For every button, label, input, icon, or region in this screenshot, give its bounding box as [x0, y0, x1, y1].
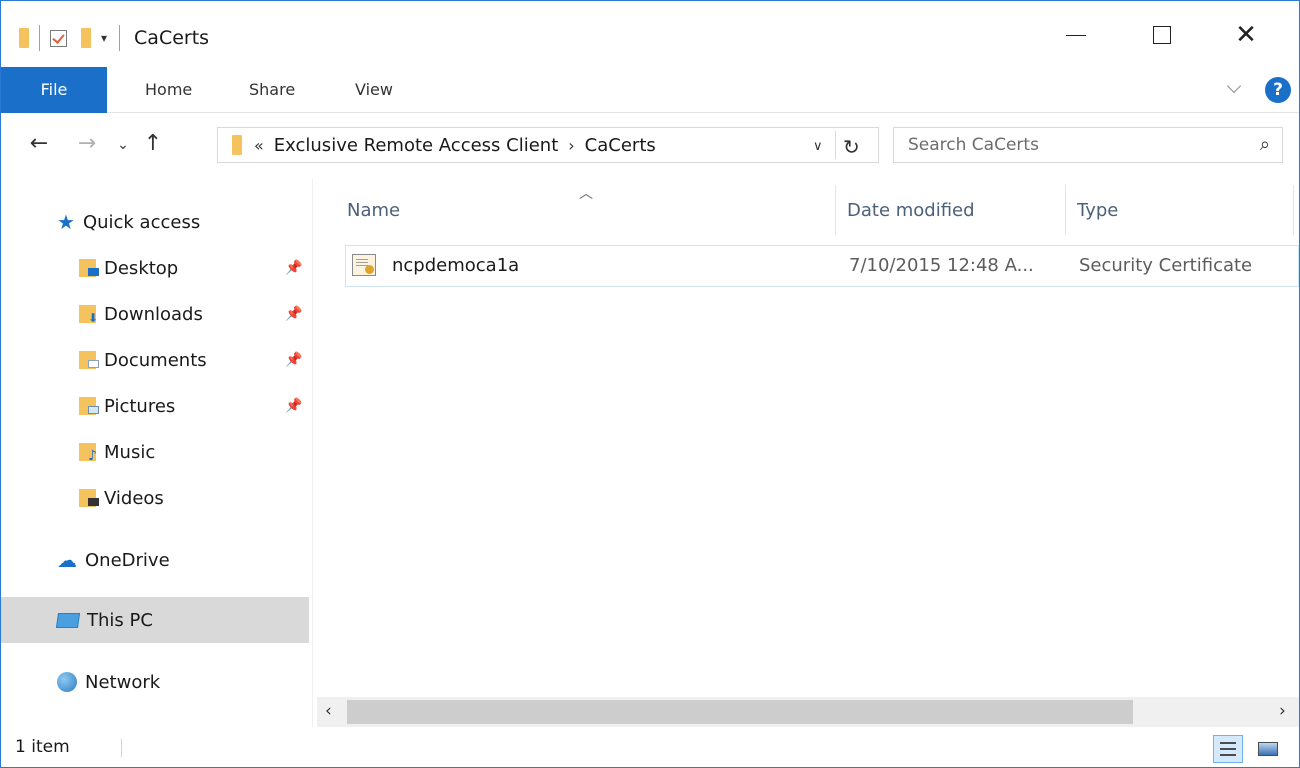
sidebar-item-label: This PC: [87, 609, 153, 631]
star-icon: ★: [57, 210, 75, 234]
file-list-pane: ︿ Name Date modified Type ncpdemoca1a 7/…: [317, 179, 1299, 727]
sidebar-item-label: Quick access: [82, 211, 201, 233]
breadcrumb-item[interactable]: Exclusive Remote Access Client: [274, 135, 558, 156]
maximize-icon: [1153, 26, 1171, 44]
file-date-modified: 7/10/2015 12:48 A...: [849, 255, 1034, 276]
back-arrow-icon: ←: [29, 131, 49, 156]
new-folder-icon[interactable]: [81, 28, 91, 48]
item-count: 1 item: [15, 737, 70, 757]
customize-toolbar-dropdown-icon[interactable]: ▾: [101, 31, 107, 45]
column-divider[interactable]: [1293, 185, 1294, 235]
sidebar-item-label: OneDrive: [85, 549, 170, 571]
scrollbar-thumb[interactable]: [347, 700, 1133, 724]
folder-icon: [19, 28, 29, 48]
column-header-name[interactable]: Name: [347, 187, 833, 235]
column-divider[interactable]: [1065, 185, 1066, 235]
videos-folder-icon: [79, 489, 99, 507]
scroll-right-arrow-icon[interactable]: ›: [1279, 701, 1286, 721]
large-icons-view-icon: [1258, 742, 1278, 756]
column-divider[interactable]: [835, 185, 836, 235]
desktop-folder-icon: [79, 259, 99, 277]
tab-share[interactable]: Share: [249, 67, 295, 113]
pin-icon[interactable]: 📌: [285, 306, 302, 322]
table-row[interactable]: ncpdemoca1a 7/10/2015 12:48 A... Securit…: [345, 245, 1299, 287]
sidebar-item-documents[interactable]: Documents 📌: [1, 337, 309, 383]
ribbon-tabs: File Home Share View ?: [1, 67, 1299, 113]
window-title: CaCerts: [134, 27, 210, 49]
column-header-type[interactable]: Type: [1077, 187, 1287, 235]
back-button[interactable]: ←: [23, 131, 55, 156]
address-bar[interactable]: « Exclusive Remote Access Client › CaCer…: [217, 127, 879, 163]
minimize-icon: [1066, 34, 1086, 36]
tab-home[interactable]: Home: [145, 67, 192, 113]
file-explorer-window: ▾ CaCerts ✕ File Home Share View ? ← → ⌄…: [0, 0, 1300, 768]
sidebar-item-network[interactable]: Network: [1, 659, 309, 705]
pictures-folder-icon: [79, 397, 99, 415]
downloads-folder-icon: ⬇: [79, 305, 98, 324]
folder-icon: [232, 135, 242, 155]
music-folder-icon: ♪: [79, 443, 97, 463]
tab-view[interactable]: View: [355, 67, 393, 113]
sidebar-item-label: Pictures: [104, 395, 176, 417]
large-icons-view-button[interactable]: [1253, 735, 1283, 763]
pin-icon[interactable]: 📌: [285, 352, 302, 368]
documents-folder-icon: [79, 351, 99, 369]
sidebar-item-label: Network: [85, 671, 161, 693]
properties-check-icon[interactable]: [50, 29, 67, 47]
search-input[interactable]: [908, 128, 1248, 162]
certificate-icon: [352, 254, 376, 276]
chevron-down-icon: ⌄: [117, 137, 129, 153]
navigation-pane: ★ Quick access Desktop 📌 ⬇ Downloads 📌 D…: [1, 179, 313, 727]
sidebar-item-label: Documents: [104, 349, 207, 371]
sidebar-item-pictures[interactable]: Pictures 📌: [1, 383, 309, 429]
pin-icon[interactable]: 📌: [285, 398, 302, 414]
close-icon: ✕: [1235, 20, 1257, 50]
quick-access-toolbar: ▾ CaCerts: [19, 23, 209, 53]
breadcrumb-overflow[interactable]: «: [254, 136, 264, 155]
pin-icon[interactable]: 📌: [285, 260, 302, 276]
breadcrumb-item[interactable]: CaCerts: [585, 135, 656, 156]
sidebar-item-label: Desktop: [104, 257, 179, 279]
recent-locations-button[interactable]: ⌄: [107, 137, 139, 153]
sidebar-item-downloads[interactable]: ⬇ Downloads 📌: [1, 291, 309, 337]
title-bar: ▾ CaCerts ✕: [1, 1, 1299, 67]
scroll-left-arrow-icon[interactable]: ‹: [325, 701, 332, 721]
expand-ribbon-chevron-icon[interactable]: [1227, 81, 1241, 95]
forward-arrow-icon: →: [77, 131, 97, 156]
sidebar-item-this-pc[interactable]: This PC: [1, 597, 309, 643]
search-box[interactable]: ⌕: [893, 127, 1283, 163]
details-view-button[interactable]: [1213, 735, 1243, 763]
close-button[interactable]: ✕: [1223, 15, 1269, 55]
sidebar-item-music[interactable]: ♪ Music: [1, 429, 309, 475]
sidebar-item-label: Music: [104, 441, 156, 463]
sidebar-item-videos[interactable]: Videos: [1, 475, 309, 521]
sidebar-item-onedrive[interactable]: ☁ OneDrive: [1, 537, 309, 583]
address-history-chevron-icon[interactable]: ∨: [813, 139, 823, 154]
column-header-date-modified[interactable]: Date modified: [847, 187, 1063, 235]
navigation-bar: ← → ⌄ ↑ « Exclusive Remote Access Client…: [1, 113, 1299, 179]
forward-button[interactable]: →: [71, 131, 103, 156]
sidebar-item-label: Videos: [104, 487, 164, 509]
up-button[interactable]: ↑: [137, 131, 169, 156]
onedrive-cloud-icon: ☁: [57, 548, 77, 572]
sidebar-item-label: Downloads: [104, 303, 203, 325]
tab-file[interactable]: File: [1, 67, 107, 113]
help-icon[interactable]: ?: [1265, 77, 1291, 103]
minimize-button[interactable]: [1053, 15, 1099, 55]
up-arrow-icon: ↑: [143, 131, 163, 156]
horizontal-scrollbar[interactable]: ‹ ›: [317, 697, 1299, 727]
refresh-icon[interactable]: ↻: [843, 135, 860, 159]
maximize-button[interactable]: [1139, 15, 1185, 55]
file-type: Security Certificate: [1079, 255, 1253, 276]
network-icon: [57, 672, 77, 692]
sidebar-item-quick-access[interactable]: ★ Quick access: [1, 199, 309, 245]
sidebar-item-desktop[interactable]: Desktop 📌: [1, 245, 309, 291]
status-bar: 1 item: [1, 727, 1299, 767]
computer-icon: [55, 612, 81, 628]
file-name: ncpdemoca1a: [392, 255, 520, 276]
breadcrumb-separator-icon[interactable]: ›: [568, 136, 574, 155]
search-icon[interactable]: ⌕: [1260, 134, 1270, 155]
details-view-icon: [1220, 742, 1236, 756]
